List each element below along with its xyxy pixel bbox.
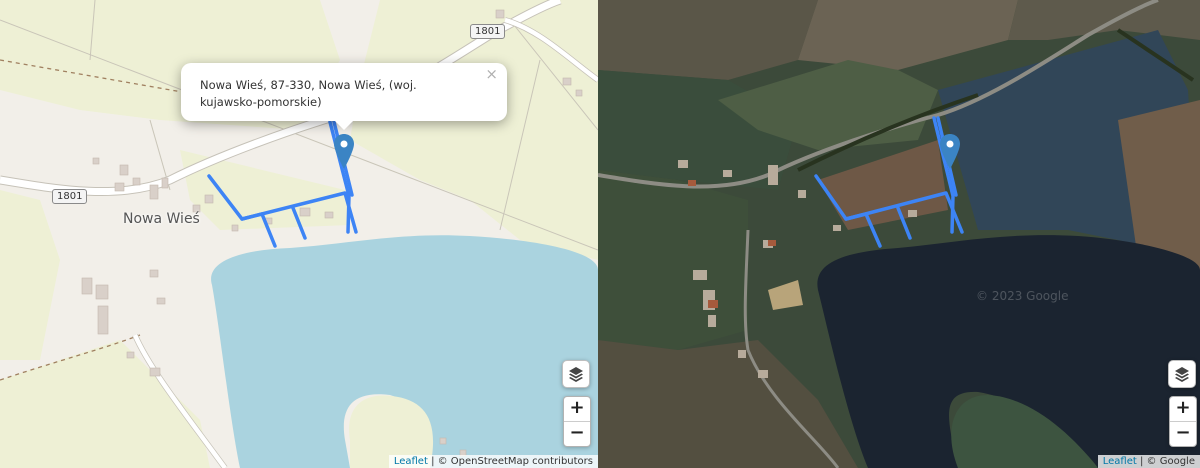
address-popup: Nowa Wieś, 87-330, Nowa Wieś, (woj. kuja… bbox=[181, 63, 507, 121]
attribution: Leaflet | © OpenStreetMap contributors bbox=[388, 455, 598, 468]
layers-button[interactable] bbox=[1168, 360, 1196, 388]
map-marker-icon[interactable] bbox=[939, 133, 961, 171]
attribution-text: © OpenStreetMap contributors bbox=[437, 456, 593, 467]
zoom-control: + − bbox=[1169, 396, 1197, 447]
layers-button[interactable] bbox=[562, 360, 590, 388]
map-watermark: © 2023 Google bbox=[976, 289, 1069, 303]
satellite-map-canvas[interactable] bbox=[598, 0, 1200, 468]
leaflet-link[interactable]: Leaflet bbox=[1103, 456, 1137, 467]
layers-icon bbox=[1175, 367, 1189, 382]
map-marker-icon[interactable] bbox=[333, 133, 355, 171]
road-shield: 1801 bbox=[470, 24, 506, 39]
popup-tip bbox=[334, 120, 354, 130]
village-area bbox=[598, 170, 748, 350]
leaflet-link[interactable]: Leaflet bbox=[394, 456, 428, 467]
osm-map-pane[interactable]: Nowa Wieś 1801 1801 Nowa Wieś, 87-330, N… bbox=[0, 0, 598, 468]
attribution-separator: | bbox=[1139, 456, 1144, 467]
close-icon[interactable]: × bbox=[485, 66, 498, 83]
zoom-out-button[interactable]: − bbox=[1170, 421, 1196, 446]
layers-icon bbox=[569, 367, 583, 382]
road-shield: 1801 bbox=[52, 189, 88, 204]
popup-text: Nowa Wieś, 87-330, Nowa Wieś, (woj. kuja… bbox=[200, 78, 417, 109]
attribution: Leaflet | © Google bbox=[1097, 455, 1200, 468]
place-label: Nowa Wieś bbox=[123, 211, 200, 227]
zoom-out-button[interactable]: − bbox=[564, 421, 590, 446]
zoom-control: + − bbox=[563, 396, 591, 447]
zoom-in-button[interactable]: + bbox=[564, 397, 590, 421]
satellite-map-pane[interactable]: © 2023 Google + − Leaflet | © Google bbox=[598, 0, 1200, 468]
attribution-separator: | bbox=[431, 456, 435, 467]
attribution-text: © Google bbox=[1146, 456, 1195, 467]
zoom-in-button[interactable]: + bbox=[1170, 397, 1196, 421]
